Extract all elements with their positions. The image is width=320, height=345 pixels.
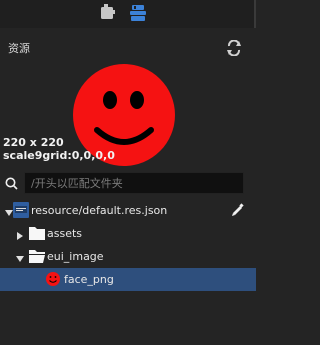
- top-tab-bar: [0, 0, 256, 28]
- tree-item-label: resource/default.res.json: [31, 204, 168, 217]
- tree-item-assets[interactable]: assets: [0, 222, 256, 245]
- image-size-text: 220 x 220: [3, 136, 64, 149]
- tree-item-root[interactable]: resource/default.res.json: [0, 199, 256, 222]
- panel-header: 资源: [0, 34, 256, 62]
- search-icon: [5, 176, 18, 190]
- image-info: 220 x 220 scale9grid:0,0,0,0: [3, 136, 115, 162]
- tree-item-face-png[interactable]: face_png: [0, 268, 256, 291]
- resource-tab-icon[interactable]: [129, 4, 147, 22]
- tree-item-label: assets: [47, 227, 83, 240]
- tree-item-label: eui_image: [47, 250, 104, 263]
- panel-title: 资源: [8, 42, 30, 55]
- chevron-right-icon[interactable]: [16, 230, 24, 240]
- scrollbar-edge: [254, 0, 256, 28]
- refresh-icon[interactable]: [226, 39, 242, 57]
- scale9grid-text: scale9grid:0,0,0,0: [3, 149, 115, 162]
- folder-icon: [28, 225, 46, 241]
- tree-item-eui-image[interactable]: eui_image: [0, 245, 256, 268]
- json-file-icon: [12, 202, 30, 218]
- tree-item-label: face_png: [64, 273, 114, 286]
- red-dot-icon: [45, 271, 63, 287]
- search-row: [0, 172, 256, 196]
- plugin-icon[interactable]: [99, 4, 117, 22]
- edit-icon[interactable]: [231, 203, 244, 217]
- search-input[interactable]: [24, 172, 244, 194]
- chevron-down-icon[interactable]: [16, 253, 24, 262]
- folder-open-icon: [28, 248, 46, 264]
